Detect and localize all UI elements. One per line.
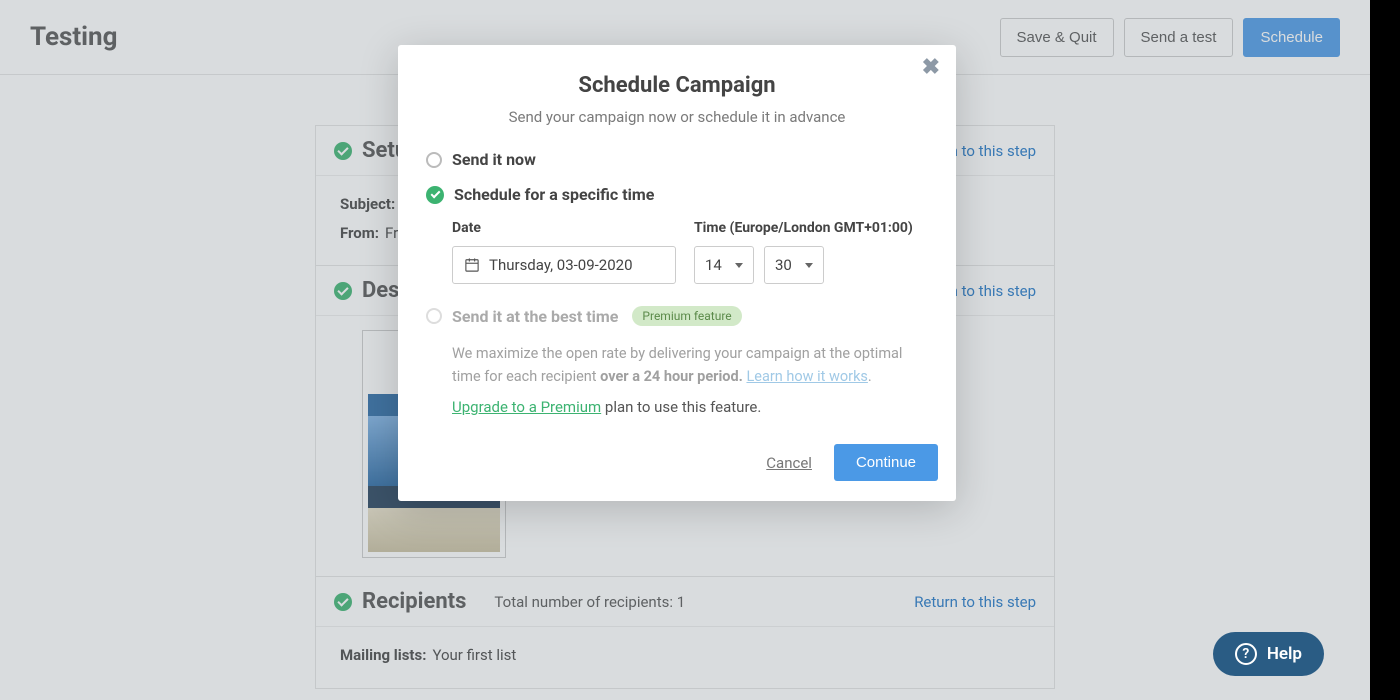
best-time-description: We maximize the open rate by delivering … bbox=[452, 342, 928, 388]
option-label: Send it now bbox=[452, 150, 536, 169]
close-icon[interactable]: ✖ bbox=[922, 55, 940, 80]
learn-how-link[interactable]: Learn how it works bbox=[746, 368, 867, 385]
date-value: Thursday, 03-09-2020 bbox=[489, 256, 633, 274]
date-input[interactable]: Thursday, 03-09-2020 bbox=[452, 246, 676, 284]
option-best-time: Send it at the best time Premium feature bbox=[426, 306, 928, 326]
hour-select[interactable]: 14 bbox=[694, 246, 754, 284]
option-label: Schedule for a specific time bbox=[454, 185, 654, 204]
date-label: Date bbox=[452, 220, 676, 236]
option-schedule-specific[interactable]: Schedule for a specific time bbox=[426, 185, 928, 204]
continue-button[interactable]: Continue bbox=[834, 444, 938, 481]
help-label: Help bbox=[1267, 644, 1302, 664]
cancel-button[interactable]: Cancel bbox=[766, 454, 812, 472]
modal-subtitle: Send your campaign now or schedule it in… bbox=[398, 108, 956, 126]
schedule-modal: ✖ Schedule Campaign Send your campaign n… bbox=[398, 45, 956, 501]
premium-badge: Premium feature bbox=[632, 306, 741, 326]
minute-select[interactable]: 30 bbox=[764, 246, 824, 284]
option-label: Send it at the best time bbox=[452, 307, 618, 326]
radio-disabled-icon bbox=[426, 308, 442, 324]
help-button[interactable]: ? Help bbox=[1213, 632, 1324, 676]
time-label: Time (Europe/London GMT+01:00) bbox=[694, 220, 913, 236]
help-icon: ? bbox=[1235, 643, 1257, 665]
chevron-down-icon bbox=[805, 263, 813, 268]
hour-value: 14 bbox=[705, 256, 722, 274]
upgrade-premium-link[interactable]: Upgrade to a Premium bbox=[452, 398, 601, 416]
radio-unchecked-icon bbox=[426, 152, 442, 168]
upgrade-text: plan to use this feature. bbox=[601, 398, 761, 416]
minute-value: 30 bbox=[775, 256, 792, 274]
radio-checked-icon bbox=[426, 186, 444, 204]
calendar-icon bbox=[465, 258, 479, 272]
option-send-now[interactable]: Send it now bbox=[426, 150, 928, 169]
chevron-down-icon bbox=[735, 263, 743, 268]
modal-title: Schedule Campaign bbox=[398, 73, 956, 98]
